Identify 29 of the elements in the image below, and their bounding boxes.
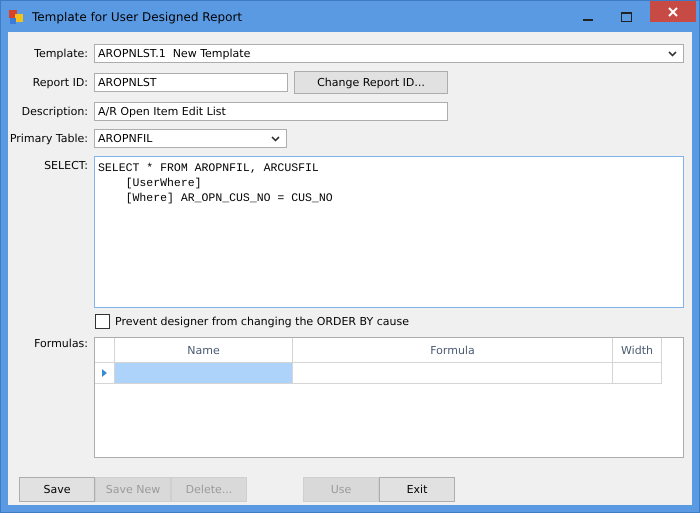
checkbox[interactable] [95, 314, 110, 329]
column-header[interactable]: Formula [293, 338, 613, 363]
maximize-icon[interactable] [621, 12, 632, 22]
close-button[interactable] [650, 1, 696, 22]
app-icon [8, 8, 24, 24]
field-label: Description: [20, 105, 88, 118]
window-title: Template for User Designed Report [32, 10, 242, 24]
table-cell[interactable] [293, 363, 613, 384]
template-dropdown[interactable]: AROPNLST.1 New Template [94, 44, 684, 63]
table-cell[interactable] [613, 363, 662, 384]
field-label: SELECT: [43, 159, 88, 172]
checkbox-label[interactable]: Prevent designer from changing the ORDER BY cause [115, 315, 409, 328]
primary-table-dropdown[interactable]: AROPNFIL [94, 129, 287, 148]
table-cell[interactable] [115, 363, 293, 384]
action-button[interactable]: Exit [379, 477, 455, 502]
field-label: Primary Table: [8, 132, 88, 145]
chevron-icon [668, 50, 677, 56]
action-button[interactable]: Save [19, 477, 95, 502]
field-label: Template: [33, 47, 88, 60]
field-label: Formulas: [33, 337, 88, 350]
field-label: Report ID: [32, 76, 88, 89]
description-field[interactable]: A/R Open Item Edit List [94, 102, 448, 121]
change-report-id-button[interactable]: Change Report ID... [294, 71, 448, 94]
chevron-icon [271, 136, 280, 142]
column-header[interactable]: Width [613, 338, 662, 363]
report-id-field[interactable]: AROPNLST [94, 73, 288, 92]
column-header[interactable]: Name [115, 338, 293, 363]
select-sql-editor[interactable]: SELECT * FROM AROPNFIL, ARCUSFIL [UserWhere] [Where] AR_OPN_CUS_NO = CUS_NO [94, 156, 684, 308]
close-icon [668, 6, 678, 16]
